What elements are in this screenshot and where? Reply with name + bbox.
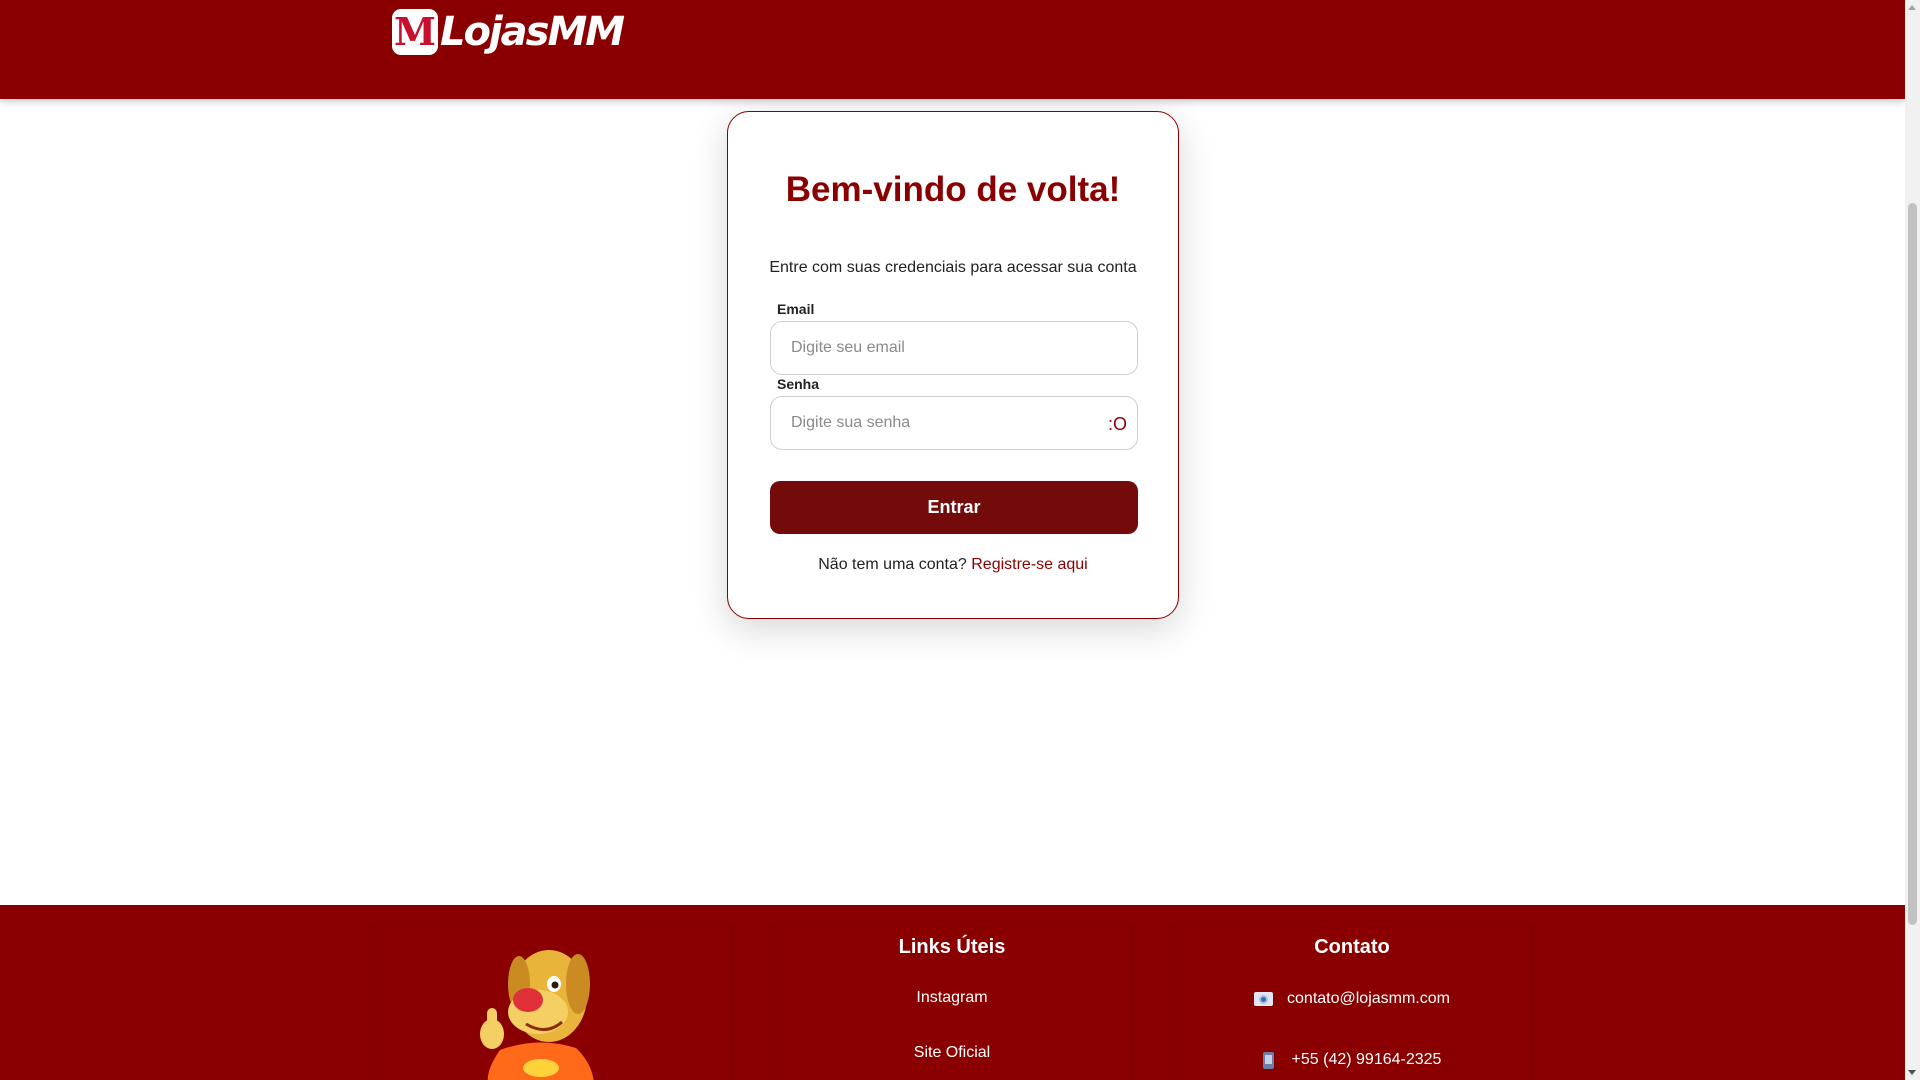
- email-input[interactable]: [770, 321, 1138, 375]
- contact-phone-row: +55 (42) 99164-2325: [1172, 1051, 1532, 1069]
- login-submit-button[interactable]: Entrar: [770, 481, 1138, 534]
- lojasmm-logo[interactable]: M LojasMM: [392, 8, 625, 56]
- logo-text: LojasMM: [440, 9, 625, 55]
- register-prompt-text: Não tem uma conta?: [818, 556, 967, 573]
- dog-mascot-image: [480, 950, 594, 1080]
- password-input[interactable]: [770, 396, 1138, 450]
- show-password-toggle[interactable]: :O: [1108, 414, 1127, 435]
- contact-phone: +55 (42) 99164-2325: [1291, 1051, 1442, 1068]
- email-label: Email: [777, 301, 815, 317]
- contact-email-row: contato@lojasmm.com: [1172, 990, 1532, 1008]
- scrollbar-thumb[interactable]: [1908, 203, 1917, 925]
- email-icon: [1254, 992, 1274, 1006]
- password-label: Senha: [777, 376, 820, 392]
- phone-icon: [1262, 1051, 1274, 1069]
- login-subtitle: Entre com suas credenciais para acessar …: [769, 259, 1137, 276]
- logo-mark-icon: M: [392, 9, 438, 55]
- login-title: Bem-vindo de volta!: [785, 170, 1121, 209]
- register-link[interactable]: Registre-se aqui: [971, 556, 1088, 573]
- footer-contact-column: Contato contato@lojasmm.com +55 (42) 991…: [1171, 927, 1533, 1080]
- contact-heading: Contato: [1314, 936, 1390, 958]
- site-footer: Links Úteis Instagram Site Oficial Conta…: [0, 905, 1905, 1080]
- official-site-link[interactable]: Site Oficial: [772, 1044, 1132, 1062]
- footer-mascot-column: [371, 927, 733, 1080]
- scroll-up-icon[interactable]: [1908, 5, 1916, 10]
- logo-mark-letter: M: [393, 9, 437, 54]
- links-heading: Links Úteis: [898, 936, 1006, 958]
- site-header: M LojasMM: [0, 0, 1905, 99]
- contact-email: contato@lojasmm.com: [1287, 990, 1450, 1007]
- page-scrollbar[interactable]: [1905, 0, 1920, 1080]
- login-card: Bem-vindo de volta! Entre com suas crede…: [727, 111, 1179, 619]
- footer-links-column: Links Úteis Instagram Site Oficial: [771, 927, 1133, 1080]
- register-prompt: Não tem uma conta? Registre-se aqui: [728, 556, 1178, 574]
- scroll-down-icon[interactable]: [1908, 1070, 1916, 1075]
- instagram-link[interactable]: Instagram: [772, 989, 1132, 1007]
